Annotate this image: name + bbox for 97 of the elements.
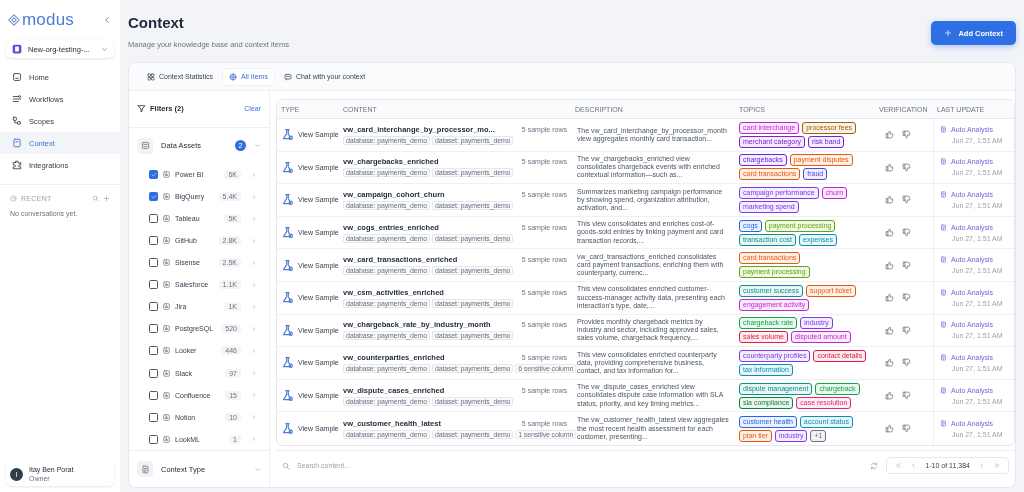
flask-icon (281, 193, 294, 207)
flask-icon (281, 323, 294, 337)
thumbs-up-icon[interactable] (885, 195, 894, 205)
nav-icon (12, 116, 22, 126)
source-icon (162, 346, 171, 356)
document-icon (940, 288, 947, 296)
checkbox[interactable] (149, 236, 158, 246)
flask-icon (281, 356, 294, 370)
thumbs-up-icon[interactable] (885, 260, 894, 270)
thumbs-up-icon[interactable] (885, 358, 894, 368)
logo-text: modus (22, 10, 75, 30)
clock-icon (10, 195, 17, 202)
org-icon (12, 44, 22, 54)
document-icon (940, 353, 947, 361)
checkbox[interactable] (149, 258, 158, 268)
document-icon (940, 321, 947, 329)
document-icon (940, 158, 947, 166)
flask-icon (281, 389, 294, 403)
source-icon (162, 302, 171, 312)
nav-icon (12, 160, 22, 170)
thumbs-down-icon[interactable] (902, 228, 911, 238)
flask-icon (281, 128, 294, 142)
document-icon (940, 419, 947, 427)
flask-icon (281, 258, 294, 272)
tab-icon (283, 72, 292, 81)
thumbs-up-icon[interactable] (885, 325, 894, 335)
thumbs-down-icon[interactable] (902, 195, 911, 205)
document-icon (940, 223, 947, 231)
thumbs-down-icon[interactable] (902, 260, 911, 270)
plus-icon (944, 29, 953, 37)
source-icon (162, 280, 171, 290)
source-icon (162, 390, 171, 400)
thumbs-up-icon[interactable] (885, 162, 894, 172)
page-title: Context (128, 14, 185, 31)
previous-page-icon[interactable] (910, 462, 918, 470)
document-icon (940, 125, 947, 133)
nav-icon (12, 138, 22, 148)
thumbs-down-icon[interactable] (902, 130, 911, 140)
flask-icon (281, 226, 294, 240)
flask-icon (281, 160, 294, 174)
checkbox[interactable] (149, 412, 158, 422)
search-icon (282, 461, 290, 470)
source-icon (162, 214, 171, 224)
thumbs-down-icon[interactable] (902, 293, 911, 303)
nav-icon (12, 72, 22, 82)
source-icon (162, 236, 171, 246)
chevron-down-icon (254, 465, 261, 473)
collapse-icon[interactable] (102, 15, 112, 25)
document-icon (940, 256, 947, 264)
flask-icon (281, 422, 294, 436)
thumbs-down-icon[interactable] (902, 391, 911, 401)
thumbs-up-icon[interactable] (885, 391, 894, 401)
thumbs-down-icon[interactable] (902, 162, 911, 172)
thumbs-up-icon[interactable] (885, 228, 894, 238)
thumbs-up-icon[interactable] (885, 130, 894, 140)
first-page-icon[interactable] (895, 462, 903, 470)
source-icon (162, 412, 171, 422)
flask-icon (281, 291, 294, 305)
checkbox[interactable] (149, 346, 158, 356)
thumbs-up-icon[interactable] (885, 293, 894, 303)
search-icon[interactable] (92, 195, 99, 202)
checkbox[interactable] (149, 434, 158, 444)
check-icon (150, 193, 157, 200)
check-icon (150, 171, 157, 178)
thumbs-down-icon[interactable] (902, 325, 911, 335)
logo-icon (8, 14, 20, 26)
next-page-icon[interactable] (978, 462, 985, 470)
tab-icon (229, 72, 238, 81)
source-icon (162, 324, 171, 334)
chevron-down-icon (254, 142, 261, 150)
last-page-icon[interactable] (993, 462, 1000, 470)
document-icon (940, 191, 947, 198)
source-icon (162, 368, 171, 378)
checkbox[interactable] (149, 192, 158, 202)
filter-icon (137, 104, 146, 114)
refresh-icon[interactable] (870, 461, 879, 470)
nav-icon (12, 94, 22, 104)
tab-icon (147, 72, 155, 81)
thumbs-up-icon[interactable] (885, 424, 894, 434)
checkbox[interactable] (149, 390, 158, 400)
thumbs-down-icon[interactable] (902, 424, 911, 434)
checkbox[interactable] (149, 280, 158, 290)
list-icon (140, 464, 150, 474)
checkbox[interactable] (149, 368, 158, 378)
source-icon (162, 170, 171, 180)
document-icon (940, 386, 947, 394)
list-icon (140, 141, 150, 151)
checkbox[interactable] (149, 302, 158, 312)
source-icon (162, 258, 171, 268)
thumbs-down-icon[interactable] (902, 358, 911, 368)
checkbox[interactable] (149, 214, 158, 224)
plus-icon[interactable] (103, 195, 110, 202)
checkbox[interactable] (149, 324, 158, 334)
source-icon (162, 434, 171, 444)
source-icon (162, 192, 171, 202)
chevron-down-icon (101, 45, 108, 53)
checkbox[interactable] (149, 170, 158, 180)
